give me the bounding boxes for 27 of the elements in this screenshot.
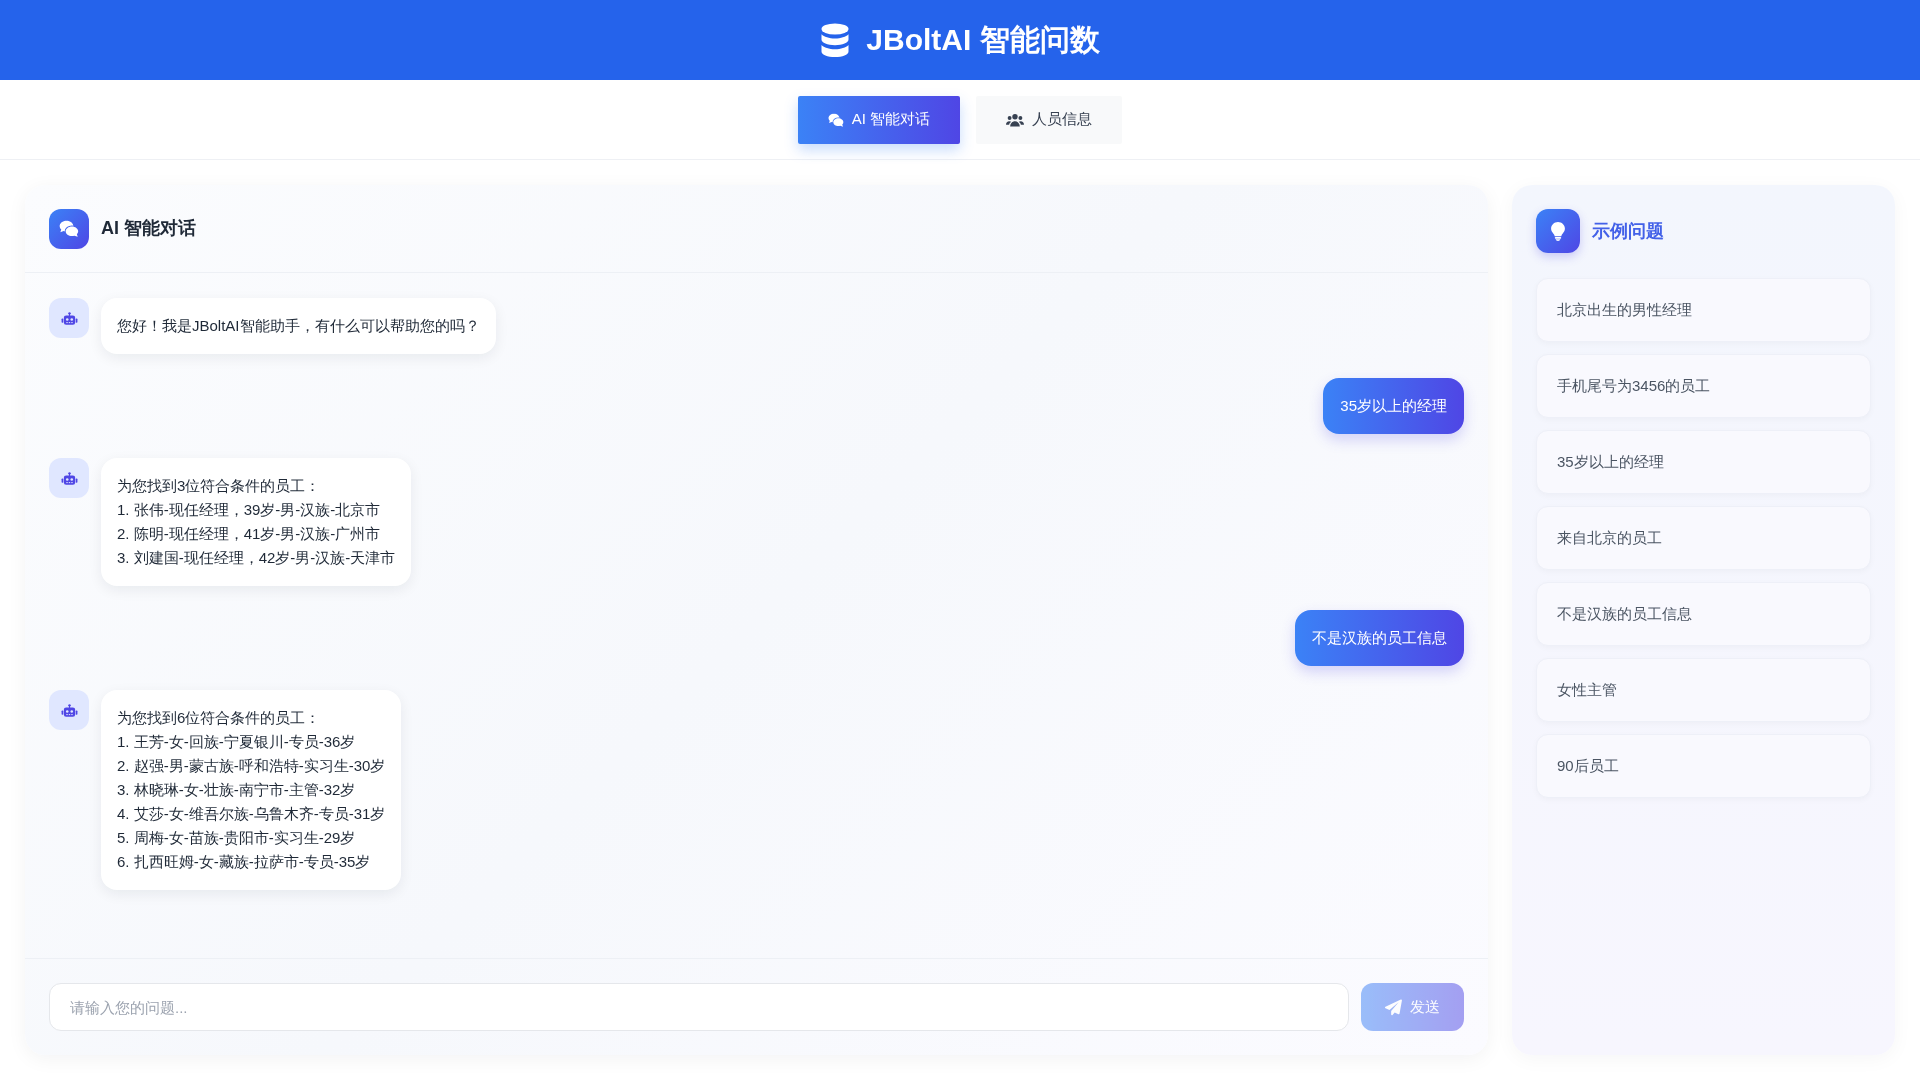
robot-icon: [49, 690, 89, 730]
robot-icon: [49, 458, 89, 498]
example-question[interactable]: 90后员工: [1536, 734, 1871, 798]
user-message: 不是汉族的员工信息: [1295, 610, 1464, 666]
app-title: JBoltAI 智能问数: [866, 22, 1100, 58]
example-question[interactable]: 35岁以上的经理: [1536, 430, 1871, 494]
tab[interactable]: 人员信息: [976, 95, 1123, 144]
chat-panel-title: AI 智能对话: [101, 217, 196, 240]
example-question[interactable]: 手机尾号为3456的员工: [1536, 354, 1871, 418]
user-message: 35岁以上的经理: [1323, 378, 1464, 434]
bot-message: 您好！我是JBoltAI智能助手，有什么可以帮助您的吗？: [101, 298, 496, 354]
example-question[interactable]: 来自北京的员工: [1536, 506, 1871, 570]
bot-message: 为您找到6位符合条件的员工： 1. 王芳-女-回族-宁夏银川-专员-36岁 2. 赵强-男-蒙古族-呼和浩特-实习生-30岁 3. 林晓琳-女-壮族-南宁市-主管-32岁 4. 艾莎-女-维吾尔族-乌鲁木齐-专员-31岁 5. 周梅-女-苗族-贵阳市-实习生-29岁 6. 扎西旺姆-女-藏族-拉萨市-专员-35岁: [101, 690, 402, 890]
lightbulb-icon: [1536, 209, 1580, 253]
database-icon: [820, 23, 851, 57]
chat-bubbles-icon: [49, 208, 89, 249]
bot-message: 为您找到3位符合条件的员工： 1. 张伟-现任经理，39岁-男-汉族-北京市 2. 陈明-现任经理，41岁-男-汉族-广州市 3. 刘建国-现任经理，42岁-男-汉族-天津市: [101, 458, 412, 586]
example-question[interactable]: 女性主管: [1536, 658, 1871, 722]
robot-icon: [49, 298, 89, 338]
tab[interactable]: AI 智能对话: [797, 95, 961, 144]
message-input-field[interactable]: 请输入您的问题...: [49, 983, 1349, 1031]
example-question[interactable]: 北京出生的男性经理: [1536, 278, 1871, 342]
paper-plane-icon: [1385, 998, 1402, 1016]
users-icon: [1006, 112, 1025, 127]
chat-bubbles-icon: [827, 112, 844, 127]
examples-title: 示例问题: [1592, 219, 1664, 243]
example-question[interactable]: 不是汉族的员工信息: [1536, 582, 1871, 646]
